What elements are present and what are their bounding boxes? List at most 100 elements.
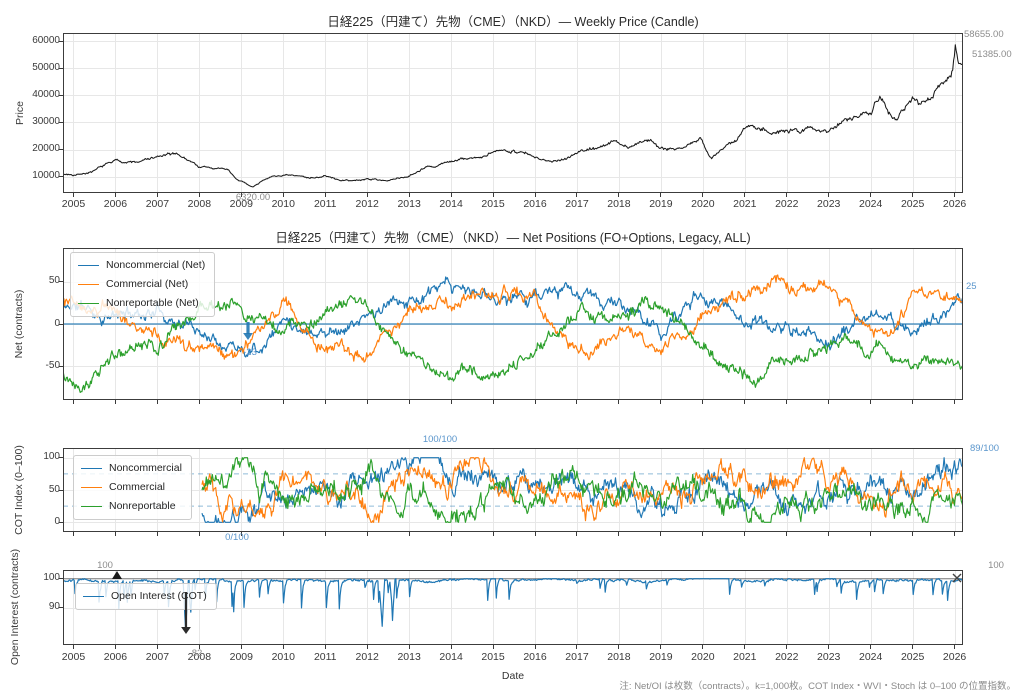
annotation-oi: 100 (97, 560, 113, 571)
x-tick-mark (325, 193, 326, 197)
legend-item: Commercial (81, 478, 182, 497)
x-tick-label: 2015 (481, 198, 504, 210)
x-tick-mark (409, 193, 410, 197)
legend-item: Noncommercial (Net) (78, 256, 205, 275)
y-tick-label: 100 (6, 572, 60, 583)
legend-line-swatch (81, 487, 102, 488)
x-tick-mark (786, 532, 787, 536)
x-tick-mark (744, 645, 745, 649)
x-tick-mark (283, 532, 284, 536)
price-chart-title: 日経225（円建て）先物（CME）（NKD）— Weekly Price (Ca… (327, 11, 698, 30)
annotation-price: 6320.00 (236, 192, 270, 203)
x-tick-mark (786, 645, 787, 649)
x-tick-mark (157, 645, 158, 649)
x-tick-mark (870, 400, 871, 404)
x-tick-label: 2020 (691, 651, 714, 663)
x-tick-mark (954, 532, 955, 536)
x-tick-mark (702, 400, 703, 404)
x-tick-label: 2024 (859, 198, 882, 210)
x-tick-mark (409, 532, 410, 536)
legend-item: Nonreportable (81, 497, 182, 516)
legend-label: Nonreportable (Net) (106, 294, 199, 313)
x-tick-label: 2018 (607, 651, 630, 663)
x-tick-mark (451, 400, 452, 404)
x-tick-mark (493, 645, 494, 649)
x-tick-mark (409, 400, 410, 404)
x-tick-label: 2023 (817, 651, 840, 663)
x-tick-mark (493, 193, 494, 197)
legend-label: Nonreportable (109, 497, 176, 516)
x-tick-mark (367, 193, 368, 197)
x-tick-label: 2013 (397, 198, 420, 210)
x-tick-mark (744, 532, 745, 536)
x-tick-label: 2025 (901, 198, 924, 210)
x-tick-label: 2016 (523, 198, 546, 210)
x-tick-mark (828, 193, 829, 197)
x-tick-mark (325, 645, 326, 649)
x-tick-mark (870, 645, 871, 649)
net-legend: Noncommercial (Net)Commercial (Net)Nonre… (70, 252, 215, 317)
x-tick-mark (451, 193, 452, 197)
legend-line-swatch (81, 468, 102, 469)
annotation-cot: 89/100 (970, 443, 999, 454)
x-tick-label: 2026 (943, 651, 966, 663)
x-tick-label: 2023 (817, 198, 840, 210)
x-tick-mark (283, 645, 284, 649)
x-tick-mark (73, 532, 74, 536)
x-tick-mark (367, 532, 368, 536)
x-tick-mark (241, 400, 242, 404)
y-tick-label: 50000 (6, 62, 60, 73)
x-tick-mark (576, 400, 577, 404)
x-tick-mark (828, 645, 829, 649)
x-tick-label: 2026 (943, 198, 966, 210)
annotation-oi: 100 (988, 560, 1004, 571)
x-tick-mark (73, 400, 74, 404)
x-tick-mark (283, 400, 284, 404)
x-tick-label: 2006 (104, 651, 127, 663)
x-tick-mark (744, 400, 745, 404)
x-tick-label: 2021 (733, 651, 756, 663)
x-tick-label: 2014 (439, 651, 462, 663)
y-tick-label: 20000 (6, 143, 60, 154)
x-tick-mark (660, 645, 661, 649)
y-tick-label: 60000 (6, 35, 60, 46)
x-tick-mark (828, 400, 829, 404)
x-tick-mark (115, 645, 116, 649)
x-tick-label: 2017 (565, 198, 588, 210)
annotation-cot: 0/100 (225, 532, 249, 543)
x-tick-label: 2021 (733, 198, 756, 210)
x-tick-mark (912, 645, 913, 649)
x-axis-label: Date (502, 670, 524, 682)
legend-item: Open Interest (COT) (83, 587, 207, 606)
x-tick-mark (954, 193, 955, 197)
x-tick-label: 2005 (62, 198, 85, 210)
x-tick-mark (241, 645, 242, 649)
y-tick-label: 40000 (6, 89, 60, 100)
legend-label: Commercial (109, 478, 165, 497)
legend-item: Commercial (Net) (78, 275, 205, 294)
y-tick-label: 50 (6, 484, 60, 495)
x-tick-mark (115, 400, 116, 404)
x-tick-mark (702, 193, 703, 197)
legend-line-swatch (78, 284, 99, 285)
x-tick-mark (157, 193, 158, 197)
x-tick-mark (576, 193, 577, 197)
oi-legend: Open Interest (COT) (75, 583, 217, 610)
x-tick-mark (786, 400, 787, 404)
x-tick-mark (115, 193, 116, 197)
x-tick-label: 2019 (649, 198, 672, 210)
x-tick-mark (912, 193, 913, 197)
x-tick-label: 2015 (481, 651, 504, 663)
legend-label: Open Interest (COT) (111, 587, 207, 606)
x-tick-mark (367, 645, 368, 649)
x-tick-label: 2010 (272, 651, 295, 663)
x-tick-label: 2017 (565, 651, 588, 663)
x-tick-label: 2013 (397, 651, 420, 663)
x-tick-mark (870, 532, 871, 536)
panel-border (64, 34, 963, 193)
y-tick-label: -50 (6, 360, 60, 371)
x-tick-label: 2014 (439, 198, 462, 210)
footnote: 注: Net/OI は枚数（contracts）。k=1,000枚。COT In… (619, 678, 1016, 692)
x-tick-mark (325, 532, 326, 536)
y-tick-label: 90 (6, 601, 60, 612)
